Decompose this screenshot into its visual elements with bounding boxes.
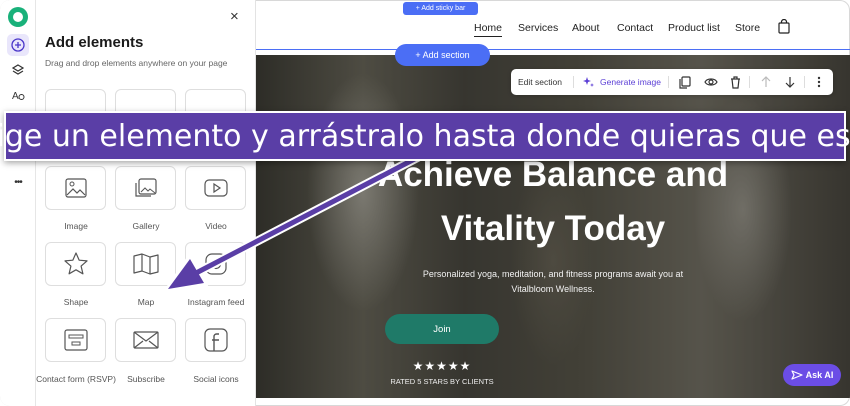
map-icon (132, 253, 159, 275)
add-elements-icon[interactable] (7, 34, 29, 56)
nav-product-list[interactable]: Product list (668, 22, 720, 34)
svg-text:A: A (12, 91, 19, 102)
tile-label: Instagram feed (187, 297, 245, 307)
move-down-icon[interactable] (785, 69, 795, 95)
image-icon (64, 178, 87, 198)
eye-icon[interactable] (704, 69, 718, 95)
gallery-tile[interactable] (115, 166, 176, 210)
tile-label: Image (64, 221, 88, 231)
tile-label: Social icons (193, 374, 239, 384)
toolbar-divider (804, 76, 805, 88)
image-tile[interactable] (45, 166, 106, 210)
tile-label: Gallery (132, 221, 160, 231)
shopping-bag-icon[interactable] (778, 18, 790, 39)
layers-icon[interactable] (7, 59, 29, 81)
rating-text: RATED 5 STARS BY CLIENTS (390, 377, 494, 386)
contact-form-tile[interactable] (45, 318, 106, 362)
close-icon[interactable]: × (230, 8, 239, 25)
hero-subtitle[interactable]: Personalized yoga, meditation, and fitne… (403, 267, 703, 297)
tile-label: Subscribe (127, 374, 165, 384)
ask-ai-label: Ask AI (805, 370, 834, 380)
generate-image-button[interactable]: Generate image (600, 69, 661, 95)
tile-label: Map (137, 297, 155, 307)
add-sticky-bar-button[interactable]: + Add sticky bar (403, 2, 478, 15)
more-icon[interactable]: ••• (7, 171, 29, 193)
tile-label: Contact form (RSVP) (36, 374, 116, 384)
ask-ai-button[interactable]: Ask AI (783, 364, 841, 386)
envelope-icon (132, 331, 159, 349)
star-shape-icon (63, 252, 88, 275)
left-rail: A ••• (0, 0, 36, 406)
toolbar-divider (749, 76, 750, 88)
nav-home[interactable]: Home (474, 22, 503, 37)
nav-services[interactable]: Services (518, 22, 558, 34)
subscribe-tile[interactable] (115, 318, 176, 362)
section-toolbar: Edit section Generate image (511, 69, 833, 95)
banner-text: Elige un elemento y arrástralo hasta don… (0, 118, 850, 154)
move-up-icon[interactable] (761, 69, 771, 95)
tile-label: Shape (63, 297, 89, 307)
logo-icon[interactable] (8, 7, 28, 27)
toolbar-divider (573, 76, 574, 88)
instruction-banner: Elige un elemento y arrástralo hasta don… (0, 111, 850, 161)
panel-subtitle: Drag and drop elements anywhere on your … (45, 58, 228, 68)
form-icon (63, 329, 88, 351)
social-icons-tile[interactable] (185, 318, 246, 362)
editor-window: A ••• × Add elements Drag and drop eleme… (0, 0, 850, 406)
nav-about[interactable]: About (572, 22, 599, 34)
more-options-icon[interactable] (817, 69, 821, 95)
section-divider (256, 49, 850, 50)
instagram-tile[interactable] (185, 242, 246, 286)
rating-stars: ★★★★★ (412, 359, 472, 373)
facebook-icon (203, 328, 228, 352)
trash-icon[interactable] (730, 69, 741, 95)
gallery-icon (134, 178, 157, 197)
edit-section-button[interactable]: Edit section (518, 69, 562, 95)
nav-store[interactable]: Store (735, 22, 760, 34)
hero-title-line2[interactable]: Vitality Today (256, 209, 850, 249)
duplicate-icon[interactable] (679, 69, 691, 95)
join-button[interactable]: Join (385, 314, 499, 344)
sparkle-icon (582, 69, 594, 95)
tile-label: Video (205, 221, 227, 231)
video-tile[interactable] (185, 166, 246, 210)
toolbar-divider (668, 76, 669, 88)
shape-tile[interactable] (45, 242, 106, 286)
add-elements-panel: × Add elements Drag and drop elements an… (36, 0, 256, 406)
map-tile[interactable] (115, 242, 176, 286)
instagram-icon (204, 253, 227, 275)
hero-section[interactable]: Achieve Balance and Vitality Today Perso… (256, 55, 850, 398)
panel-title: Add elements (45, 34, 144, 51)
hero-title-line1[interactable]: Achieve Balance and (256, 155, 850, 195)
video-icon (203, 179, 228, 197)
add-section-button[interactable]: + Add section (395, 44, 490, 66)
nav-contact[interactable]: Contact (617, 22, 653, 34)
text-style-icon[interactable]: A (7, 84, 29, 106)
ask-ai-icon (791, 370, 803, 380)
